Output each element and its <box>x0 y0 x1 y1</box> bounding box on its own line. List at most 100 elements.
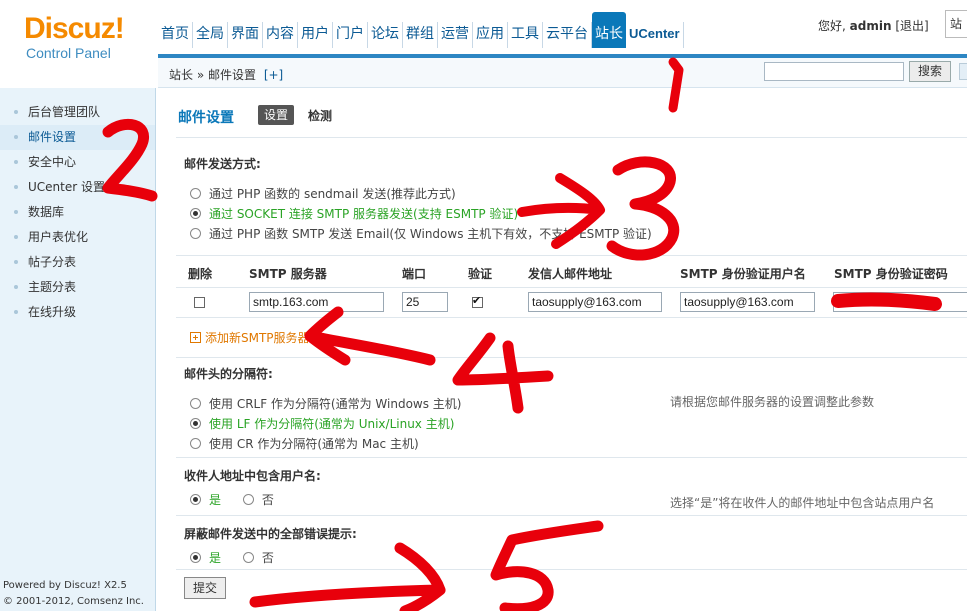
main-content: 邮件设置 设置 检测 邮件发送方式: 通过 PHP 函数的 sendmail 发… <box>158 89 967 611</box>
separator-option-cr[interactable]: 使用 CR 作为分隔符(通常为 Mac 主机) <box>190 435 419 452</box>
option-label: 否 <box>261 493 274 507</box>
sidebar-item-admin-team[interactable]: 后台管理团队 <box>0 100 155 125</box>
col-port: 端口 <box>402 267 427 281</box>
delete-checkbox[interactable] <box>194 297 205 308</box>
separator-option-crlf[interactable]: 使用 CRLF 作为分隔符(通常为 Windows 主机) <box>190 395 462 412</box>
include-username-options: 是 否 <box>190 491 274 508</box>
radio-checked-icon[interactable] <box>190 208 201 219</box>
port-field[interactable]: 25 <box>402 292 448 312</box>
user-box: 您好, admin [退出] <box>818 17 929 34</box>
nav-ucenter[interactable]: UCenter <box>626 22 684 48</box>
sidebar: 后台管理团队 邮件设置 安全中心 UCenter 设置 数据库 用户表优化 帖子… <box>0 88 156 611</box>
send-method-option-socket[interactable]: 通过 SOCKET 连接 SMTP 服务器发送(支持 ESMTP 验证) <box>190 205 518 222</box>
col-smtp-server: SMTP 服务器 <box>249 267 327 281</box>
sidebar-item-security[interactable]: 安全中心 <box>0 150 155 175</box>
nav-user[interactable]: 用户 <box>298 22 333 48</box>
include-username-no[interactable]: 否 <box>242 493 274 507</box>
col-from: 发信人邮件地址 <box>528 267 613 281</box>
site-link-cutoff[interactable]: 站 <box>945 10 967 38</box>
separator-hint: 请根据您邮件服务器的设置调整此参数 <box>670 395 875 409</box>
add-shortcut-link[interactable]: [+] <box>264 68 283 82</box>
nav-operation[interactable]: 运营 <box>438 22 473 48</box>
sidebar-item-thread-split[interactable]: 主题分表 <box>0 275 155 300</box>
radio-icon[interactable] <box>242 494 254 505</box>
add-smtp-label: 添加新SMTP服务器 <box>205 331 310 345</box>
option-label: 通过 SOCKET 连接 SMTP 服务器发送(支持 ESMTP 验证) <box>209 207 519 221</box>
nav-style[interactable]: 界面 <box>228 22 263 48</box>
username: admin <box>849 19 892 33</box>
greeting: 您好, <box>818 19 846 33</box>
nav-global[interactable]: 全局 <box>193 22 228 48</box>
tab-settings[interactable]: 设置 <box>258 105 295 125</box>
smtp-server-field[interactable]: smtp.163.com <box>249 292 384 312</box>
auth-username-field[interactable]: taosupply@163.com <box>680 292 815 312</box>
search-input[interactable] <box>764 62 904 81</box>
tab-test[interactable]: 检测 <box>308 107 332 124</box>
include-username-yes[interactable]: 是 <box>190 493 221 507</box>
radio-checked-icon[interactable] <box>190 552 201 563</box>
logo-brand: Discuz! <box>24 12 125 45</box>
option-label: 使用 CRLF 作为分隔符(通常为 Windows 主机) <box>209 397 462 411</box>
nav-tools[interactable]: 工具 <box>508 22 543 48</box>
silent-errors-no[interactable]: 否 <box>242 551 274 565</box>
sidebar-item-ucenter[interactable]: UCenter 设置 <box>0 175 155 200</box>
from-address-field[interactable]: taosupply@163.com <box>528 292 662 312</box>
send-method-option-php-smtp[interactable]: 通过 PHP 函数 SMTP 发送 Email(仅 Windows 主机下有效，… <box>190 225 652 242</box>
submit-button[interactable]: 提交 <box>184 577 226 599</box>
nav-forum[interactable]: 论坛 <box>368 22 403 48</box>
discuz-logo[interactable]: Discuz! Control Panel <box>24 12 134 62</box>
map-toggle-button[interactable] <box>959 63 967 80</box>
auth-checkbox[interactable] <box>472 294 483 308</box>
breadcrumb: 站长 » 邮件设置 [+] <box>169 66 283 83</box>
option-label: 通过 PHP 函数 SMTP 发送 Email(仅 Windows 主机下有效，… <box>209 227 652 241</box>
header: Discuz! Control Panel 首页 全局 界面 内容 用户 门户 … <box>0 0 967 62</box>
silent-errors-yes[interactable]: 是 <box>190 551 221 565</box>
divider <box>176 515 967 516</box>
option-label: 是 <box>209 493 222 507</box>
logout-link[interactable]: [退出] <box>895 19 928 33</box>
col-username: SMTP 身份验证用户名 <box>680 267 806 281</box>
nav-apps[interactable]: 应用 <box>473 22 508 48</box>
nav-home[interactable]: 首页 <box>158 22 193 48</box>
option-label: 通过 PHP 函数的 sendmail 发送(推荐此方式) <box>209 187 456 201</box>
divider <box>176 357 967 358</box>
radio-icon[interactable] <box>190 188 201 199</box>
nav-portal[interactable]: 门户 <box>333 22 368 48</box>
nav-webmaster[interactable]: 站长 <box>592 12 626 48</box>
option-label: 使用 LF 作为分隔符(通常为 Unix/Linux 主机) <box>209 417 455 431</box>
nav-content[interactable]: 内容 <box>263 22 298 48</box>
auth-password-field[interactable] <box>833 292 967 312</box>
radio-icon[interactable] <box>242 552 254 563</box>
option-label: 是 <box>209 551 222 565</box>
nav-group[interactable]: 群组 <box>403 22 438 48</box>
col-delete: 删除 <box>188 267 213 281</box>
add-smtp-server-link[interactable]: 添加新SMTP服务器 <box>190 329 310 346</box>
radio-checked-icon[interactable] <box>190 494 201 505</box>
page-title: 邮件设置 <box>178 110 234 126</box>
sidebar-item-mail-settings[interactable]: 邮件设置 <box>0 125 155 150</box>
radio-icon[interactable] <box>190 228 201 239</box>
include-username-title: 收件人地址中包含用户名: <box>184 469 321 483</box>
col-password: SMTP 身份验证密码 <box>834 267 948 281</box>
add-icon[interactable] <box>190 332 201 343</box>
copyright: © 2001-2012, Comsenz Inc. <box>3 596 144 607</box>
send-method-option-sendmail[interactable]: 通过 PHP 函数的 sendmail 发送(推荐此方式) <box>190 185 456 202</box>
include-username-hint: 选择“是”将在收件人的邮件地址中包含站点用户名 <box>670 496 935 510</box>
radio-icon[interactable] <box>190 438 201 449</box>
send-method-title: 邮件发送方式: <box>184 157 261 171</box>
breadcrumb-path: 站长 » 邮件设置 <box>169 68 256 82</box>
search-button[interactable]: 搜索 <box>909 61 951 82</box>
sidebar-item-user-table[interactable]: 用户表优化 <box>0 225 155 250</box>
nav-cloud[interactable]: 云平台 <box>543 22 592 48</box>
separator-option-lf[interactable]: 使用 LF 作为分隔符(通常为 Unix/Linux 主机) <box>190 415 454 432</box>
sidebar-item-upgrade[interactable]: 在线升级 <box>0 300 155 325</box>
logo-subtitle: Control Panel <box>26 45 111 61</box>
col-auth: 验证 <box>468 267 493 281</box>
sidebar-item-post-split[interactable]: 帖子分表 <box>0 250 155 275</box>
radio-checked-icon[interactable] <box>190 418 201 429</box>
silent-errors-title: 屏蔽邮件发送中的全部错误提示: <box>184 527 357 541</box>
table-header-border <box>176 287 967 288</box>
sidebar-item-database[interactable]: 数据库 <box>0 200 155 225</box>
radio-icon[interactable] <box>190 398 201 409</box>
divider <box>176 569 967 570</box>
